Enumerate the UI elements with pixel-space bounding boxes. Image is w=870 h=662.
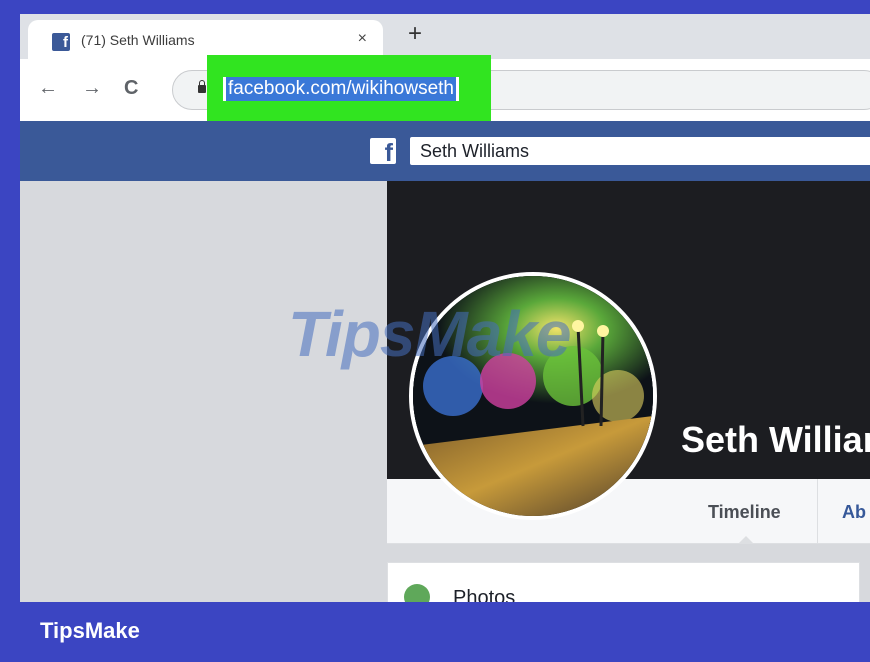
tab-title: (71) Seth Williams	[81, 32, 195, 48]
profile-name[interactable]: Seth Williar	[681, 419, 870, 461]
tab-strip: f (71) Seth Williams × +	[20, 14, 870, 59]
lock-icon[interactable]	[198, 80, 206, 93]
forward-arrow-icon[interactable]: →	[82, 77, 102, 100]
tab-divider	[817, 479, 818, 543]
footer-banner: TipsMake	[0, 602, 870, 662]
top-border	[0, 0, 870, 14]
photos-label[interactable]: Photos	[453, 587, 515, 602]
url-field[interactable]: facebook.com/wikihowseth	[223, 77, 459, 101]
facebook-logo-icon[interactable]: f	[370, 138, 396, 167]
watermark-logo: TipsMake	[288, 298, 571, 370]
search-value: Seth Williams	[420, 141, 530, 161]
back-arrow-icon[interactable]: ←	[38, 77, 58, 100]
browser-window: f (71) Seth Williams × + ← → C facebook.…	[20, 14, 870, 602]
tab-timeline-label: Timeline	[708, 502, 781, 522]
tab-about[interactable]: Ab	[842, 502, 866, 523]
close-tab-icon[interactable]: ×	[358, 30, 367, 48]
new-tab-button[interactable]: +	[408, 20, 422, 48]
facebook-favicon-icon: f	[52, 33, 70, 51]
active-tab-caret	[738, 536, 754, 544]
left-border	[0, 0, 20, 662]
url-text[interactable]: facebook.com/wikihowseth	[226, 77, 456, 101]
reload-icon[interactable]: C	[124, 77, 138, 100]
footer-brand: TipsMake	[40, 618, 140, 643]
facebook-search-input[interactable]: Seth Williams	[410, 137, 870, 165]
browser-tab[interactable]: f (71) Seth Williams ×	[28, 20, 383, 59]
